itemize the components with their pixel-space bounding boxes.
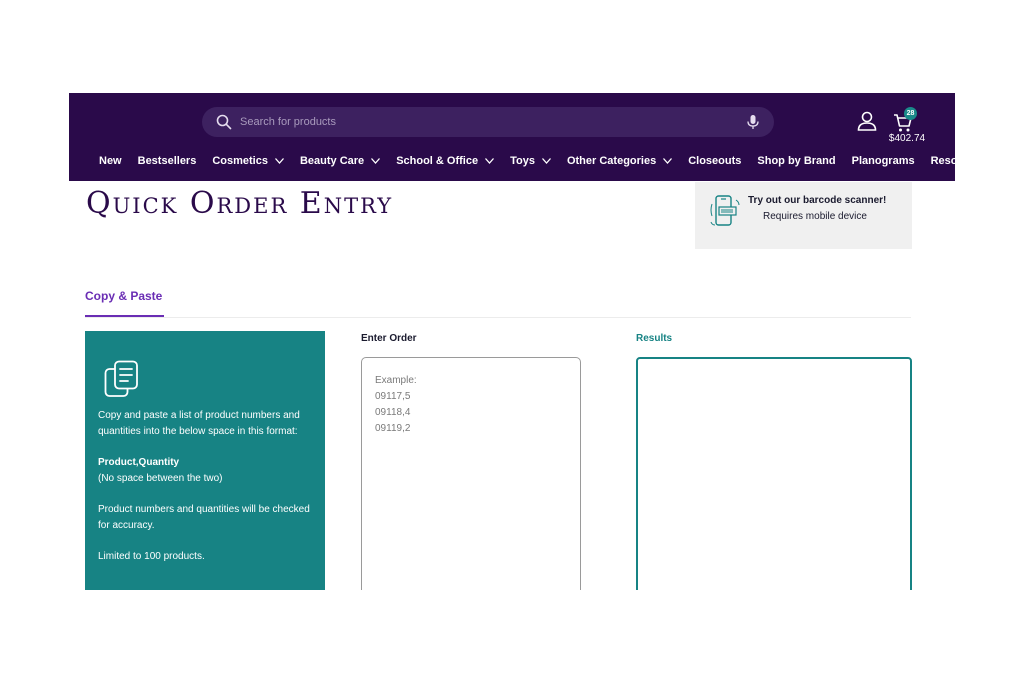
nav-item-resources[interactable]: Resources [931,155,955,167]
cart-count-badge: 28 [904,107,917,120]
nav-item-label: Closeouts [688,155,742,167]
nav-item-planograms[interactable]: Planograms [852,155,915,167]
nav-item-label: School & Office [396,155,479,167]
main-nav: New Bestsellers Cosmetics Beauty Care Sc… [99,155,955,167]
chevron-down-icon [274,158,284,164]
order-input[interactable] [361,357,581,590]
tab-divider [85,317,911,318]
nav-item-cosmetics[interactable]: Cosmetics [212,155,284,167]
format-label: Product,Quantity [98,457,180,468]
instructions-panel: Copy and paste a list of product numbers… [85,331,325,590]
chevron-down-icon [485,158,495,164]
promo-subtitle: Requires mobile device [763,211,867,222]
nav-item-label: Other Categories [566,155,657,167]
accuracy-note: Product numbers and quantities will be c… [98,504,310,531]
nav-item-label: Shop by Brand [757,155,836,167]
search-bar[interactable] [202,107,774,137]
nav-item-label: Cosmetics [212,155,268,167]
nav-item-label: Resources [930,155,955,167]
microphone-icon[interactable] [746,114,760,130]
cart[interactable]: 28 $402.74 [887,107,927,147]
nav-item-label: New [99,155,122,167]
results-label: Results [636,333,673,344]
enter-order-label: Enter Order [361,333,417,344]
tab-copy-paste[interactable]: Copy & Paste [85,289,162,303]
promo-title: Try out our barcode scanner! [748,195,887,206]
search-input[interactable] [240,116,746,128]
nav-item-label: Toys [510,155,535,167]
search-icon[interactable] [216,114,232,130]
nav-item-shop-by-brand[interactable]: Shop by Brand [757,155,835,167]
chevron-down-icon [663,158,673,164]
chevron-down-icon [371,158,381,164]
limit-note: Limited to 100 products. [98,551,205,562]
account-icon[interactable] [857,111,877,131]
nav-item-new[interactable]: New [99,155,122,167]
page-title: Quick Order Entry [86,186,394,221]
nav-item-toys[interactable]: Toys [510,155,551,167]
nav-item-bestsellers[interactable]: Bestsellers [138,155,197,167]
format-note: (No space between the two) [98,473,223,484]
copy-icon [104,360,140,398]
nav-item-beauty-care[interactable]: Beauty Care [299,155,381,167]
nav-item-label: Beauty Care [299,155,365,167]
barcode-phone-icon [709,194,741,228]
cart-total: $402.74 [888,133,926,144]
barcode-scanner-promo[interactable]: Try out our barcode scanner! Requires mo… [695,182,912,249]
nav-item-label: Bestsellers [137,155,197,167]
chevron-down-icon [541,158,551,164]
results-box [636,357,912,590]
nav-item-closeouts[interactable]: Closeouts [688,155,741,167]
page: 28 $402.74 New Bestsellers Cosmetics Bea… [69,93,955,590]
nav-item-other-categories[interactable]: Other Categories [566,155,673,167]
site-header: 28 $402.74 New Bestsellers Cosmetics Bea… [69,93,955,181]
nav-item-school-office[interactable]: School & Office [396,155,495,167]
instructions-text: Copy and paste a list of product numbers… [98,410,300,437]
nav-item-label: Planograms [851,155,915,167]
